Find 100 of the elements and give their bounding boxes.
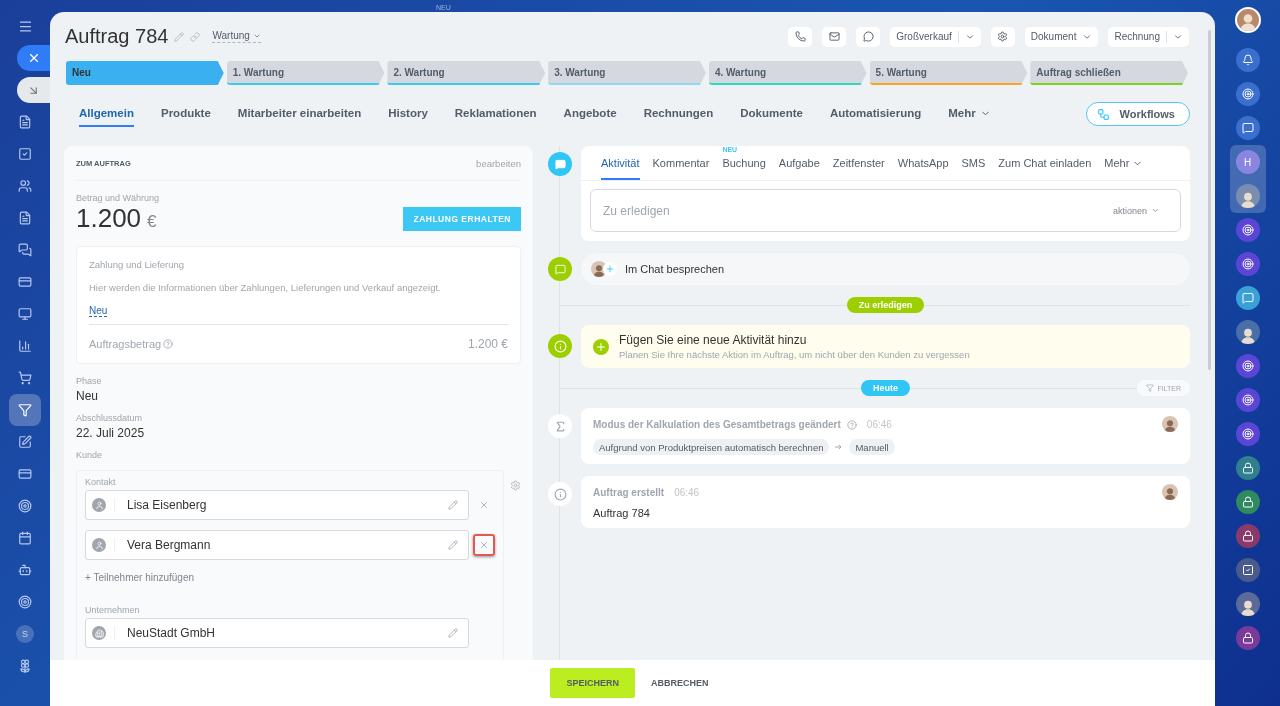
target-icon <box>1241 428 1254 440</box>
tab[interactable]: Aufgabe <box>778 146 820 180</box>
avatar-button[interactable] <box>1235 592 1260 616</box>
lock-button[interactable] <box>1235 490 1260 514</box>
target-button[interactable] <box>1235 252 1260 276</box>
notification-button[interactable] <box>1235 48 1260 72</box>
workflows-button[interactable]: Workflows <box>1085 102 1190 126</box>
target-icon <box>1241 360 1254 372</box>
target-icon <box>1241 88 1254 100</box>
todo-badge: Zu erledigen <box>846 297 925 313</box>
collapse-button[interactable] <box>17 77 50 103</box>
page-title: Auftrag 784 <box>65 25 169 48</box>
tab[interactable]: Allgemein <box>79 101 134 127</box>
target-icon <box>1241 224 1254 236</box>
chat-button[interactable] <box>1235 286 1260 310</box>
workflow-icon <box>1096 107 1110 121</box>
task-button[interactable] <box>1235 558 1260 582</box>
target-button[interactable] <box>1235 218 1260 242</box>
field-label: Unternehmen <box>85 605 141 615</box>
total-label: Auftragsbetrag <box>89 338 162 350</box>
chat-button[interactable] <box>1235 116 1260 140</box>
settings-icon <box>997 31 1009 42</box>
chat-discuss-button[interactable]: Im Chat besprechen <box>581 253 1190 285</box>
contact-button[interactable]: H <box>1235 150 1260 174</box>
contact-field[interactable]: Vera Bergmann <box>85 530 469 560</box>
avatar-button[interactable] <box>1235 184 1260 208</box>
tab[interactable]: Angebote <box>563 101 617 127</box>
stage-step[interactable]: 2. Wartung <box>387 61 546 85</box>
close-button[interactable] <box>17 45 50 71</box>
new-link[interactable]: Neu <box>89 305 108 317</box>
split-dropdown-button[interactable]: Großverkauf <box>890 26 981 47</box>
lock-icon <box>1241 530 1254 542</box>
tab[interactable]: Automatisierung <box>829 101 922 127</box>
tab[interactable]: Dokumente <box>740 101 803 127</box>
stage-step[interactable]: Auftrag schließen <box>1030 61 1189 85</box>
save-button[interactable]: SPEICHERN <box>550 668 635 698</box>
new-value-chip: Manuell <box>849 439 895 455</box>
stage-step[interactable]: 5. Wartung <box>869 61 1028 85</box>
stage-step[interactable]: 1. Wartung <box>226 61 385 85</box>
user-avatar[interactable] <box>1234 7 1261 33</box>
stage-step[interactable]: Neu <box>66 61 224 85</box>
field-label: Kunde <box>76 450 104 460</box>
stage-step[interactable]: 3. Wartung <box>548 61 706 85</box>
split-dropdown-button[interactable]: Rechnung <box>1108 26 1189 47</box>
event-text: Auftrag 784 <box>593 507 651 519</box>
lock-button[interactable] <box>1235 456 1260 480</box>
tab[interactable]: Produkte <box>160 101 211 127</box>
field-value: Neu <box>76 389 99 403</box>
chat-marker-icon <box>548 257 572 281</box>
company-field[interactable]: NeuStadt GmbH <box>85 618 469 648</box>
add-icon <box>593 338 609 355</box>
funnel-icon[interactable] <box>9 394 41 426</box>
tab[interactable]: Rechnungen <box>643 101 714 127</box>
avatar-button[interactable] <box>1235 320 1260 344</box>
target-button[interactable] <box>1235 82 1260 106</box>
selected-rail-item[interactable]: H <box>1229 145 1266 179</box>
event-title: Modus der Kalkulation des Gesamtbetrags geändert <box>593 419 841 430</box>
tab[interactable]: Zeitfenster <box>832 146 885 180</box>
contact-field[interactable]: Lisa Eisenberg <box>85 490 469 520</box>
dropdown-button[interactable]: Dokument <box>1024 26 1099 47</box>
call-button[interactable] <box>788 26 813 47</box>
user-initial[interactable]: S <box>16 625 34 643</box>
event-title: Auftrag erstellt <box>593 487 665 498</box>
settings-button[interactable] <box>990 26 1015 47</box>
remove-button[interactable] <box>473 534 495 556</box>
tab[interactable]: Aktivität <box>601 146 640 180</box>
cancel-button[interactable]: ABBRECHEN <box>645 677 715 689</box>
tab[interactable]: History <box>388 101 428 127</box>
tab[interactable]: Zum Chat einladen <box>998 146 1092 180</box>
total-value: 1.200 € <box>467 337 508 351</box>
add-participant-link[interactable]: + Teilnehmer hinzufügen <box>85 572 195 583</box>
target-button[interactable] <box>1235 354 1260 378</box>
tab[interactable]: Reklamationen <box>454 101 537 127</box>
stage-step[interactable]: 4. Wartung <box>708 61 867 85</box>
field-label: Phase <box>76 376 103 386</box>
field-label: Abschlussdatum <box>76 413 144 423</box>
pipeline-dropdown[interactable]: Wartung <box>212 30 261 43</box>
tab[interactable]: SMS <box>961 146 986 180</box>
close-icon <box>479 500 489 510</box>
more-menu[interactable]: Mehr <box>948 101 991 127</box>
more-menu[interactable]: Mehr <box>1104 146 1144 180</box>
mail-icon <box>828 31 840 42</box>
target-button[interactable] <box>1235 422 1260 446</box>
target-button[interactable] <box>1235 388 1260 412</box>
info-icon <box>548 482 572 506</box>
tab[interactable]: WhatsApp <box>897 146 949 180</box>
lock-button[interactable] <box>1235 524 1260 548</box>
todo-input[interactable]: Zu erledigen aktionen <box>590 189 1181 232</box>
close-icon <box>479 540 489 550</box>
comment-marker-icon <box>548 152 572 176</box>
person-icon <box>92 498 106 512</box>
field-value: 22. Juli 2025 <box>76 426 146 440</box>
selected-rail-item[interactable] <box>1229 179 1266 213</box>
mail-button[interactable] <box>822 26 847 47</box>
funnel-icon <box>1146 384 1155 392</box>
actions-dropdown[interactable]: aktionen <box>1106 204 1166 217</box>
tab[interactable]: Kommentar <box>652 146 710 180</box>
suggestion-card[interactable]: Fügen Sie eine neue Aktivität hinzu Planen Sie Ihre nächste Aktion im Auftrag, um nicht über den Kunden zu vergessen <box>581 325 1190 368</box>
tab[interactable]: Mitarbeiter einarbeiten <box>237 101 362 127</box>
lock-button[interactable] <box>1235 626 1260 650</box>
